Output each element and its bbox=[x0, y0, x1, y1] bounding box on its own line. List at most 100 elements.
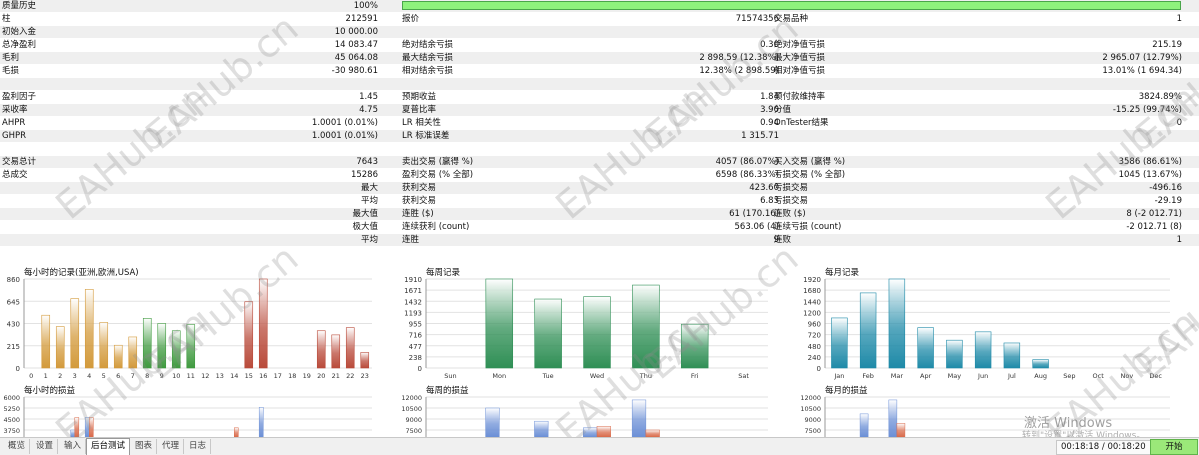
chart-title: 每月记录 bbox=[825, 268, 860, 278]
bar bbox=[186, 324, 196, 369]
stats-row: 交易总计 7643 卖出交易 (赢得 %) 4057 (86.07%) 买入交易 (赢得… bbox=[0, 156, 1199, 168]
tab-inputs[interactable]: 输入 bbox=[60, 439, 87, 454]
stats-row: 最大值 连胜 ($) 61 (170.16) 连败 ($) 8 (-2 012.71) bbox=[0, 208, 1199, 220]
stat-value-3: 3586 (86.61%) bbox=[1118, 157, 1182, 167]
stat-value-2 bbox=[600, 26, 779, 38]
y-tick-label: 477 bbox=[409, 343, 422, 351]
stat-label-3: 预付款维持率 bbox=[774, 92, 826, 102]
stat-value-2: 12.38% (2 898.59) bbox=[699, 66, 779, 76]
stats-row: 极大值 连续获利 (count) 563.06 (4) 连续亏损 (count) -2 … bbox=[0, 221, 1199, 233]
bar bbox=[244, 301, 254, 369]
bar bbox=[583, 296, 611, 369]
stats-row: GHPR 1.0001 (0.01%) LR 标准误差 1 315.71 bbox=[0, 130, 1199, 142]
stat-label-3: 最大净值亏损 bbox=[774, 53, 826, 63]
stat-value-3: 3824.89% bbox=[1138, 92, 1182, 102]
stats-row: 毛利 45 064.08 最大结余亏损 2 898.59 (12.38%) 最大净值亏损… bbox=[0, 52, 1199, 64]
stat-label-2: 相对结余亏损 bbox=[402, 66, 454, 76]
stat-value-3: -496.16 bbox=[1149, 183, 1182, 193]
stat-value-1: 1.0001 (0.01%) bbox=[311, 118, 378, 128]
stat-label-3: 连续亏损 (count) bbox=[774, 222, 842, 232]
bar bbox=[316, 330, 326, 369]
x-tick-label: 0 bbox=[29, 372, 33, 380]
stat-label-2: 盈利交易 (% 全部) bbox=[402, 170, 474, 180]
bar bbox=[345, 327, 355, 369]
pnl-bar bbox=[84, 417, 90, 438]
bar bbox=[859, 292, 877, 369]
y-tick-label: 860 bbox=[7, 276, 20, 284]
stat-value-2: 0.94 bbox=[760, 118, 779, 128]
stat-label-1: AHPR bbox=[2, 118, 26, 128]
x-tick-label: 19 bbox=[303, 372, 311, 380]
stats-row: 柱 212591 报价 71574356 交易品种 1 bbox=[0, 13, 1199, 25]
stat-label-3: 亏损交易 bbox=[774, 183, 809, 193]
y-tick-label: 3750 bbox=[3, 427, 20, 435]
y-tick-label: 7500 bbox=[405, 427, 422, 435]
x-tick-label: 3 bbox=[73, 372, 77, 380]
y-tick-label: 1920 bbox=[803, 276, 821, 284]
stat-value-2: 9 bbox=[773, 235, 779, 245]
stat-label-2: 最大结余亏损 bbox=[402, 53, 454, 63]
stat-label-2: LR 标准误差 bbox=[402, 131, 450, 141]
x-tick-label: Mon bbox=[492, 372, 506, 380]
stat-label-1: 毛利 bbox=[2, 53, 20, 63]
stat-value-3 bbox=[972, 26, 1182, 38]
x-tick-label: Sep bbox=[1063, 372, 1075, 380]
chart-title: 每小时的记录(亚洲,欧洲,USA) bbox=[24, 268, 139, 278]
bar bbox=[632, 284, 660, 369]
stat-value-2 bbox=[600, 143, 779, 155]
stat-value-2: 6.83 bbox=[760, 196, 779, 206]
bar bbox=[113, 344, 123, 369]
stat-value-1: 212591 bbox=[345, 14, 378, 24]
stat-label-1 bbox=[0, 195, 202, 207]
tab-backtest[interactable]: 后台测试 bbox=[86, 438, 131, 455]
stats-row bbox=[0, 78, 1199, 90]
x-tick-label: Jan bbox=[833, 372, 844, 380]
y-tick-label: 0 bbox=[418, 365, 422, 373]
y-tick-label: 7500 bbox=[804, 427, 821, 435]
pnl-bar bbox=[583, 427, 598, 438]
x-tick-label: Jun bbox=[977, 372, 988, 380]
y-tick-label: 12000 bbox=[800, 394, 821, 402]
stat-value-3: 1 bbox=[1176, 235, 1182, 245]
stat-label-3: 交易品种 bbox=[774, 14, 809, 24]
pnl-bar bbox=[631, 399, 647, 438]
stat-value-2: 61 (170.16) bbox=[729, 209, 779, 219]
x-tick-label: Sun bbox=[444, 372, 456, 380]
tab-agents[interactable]: 代理 bbox=[158, 439, 185, 454]
stat-value-1: 平均 bbox=[360, 196, 378, 206]
stat-value-3: -2 012.71 (8) bbox=[1126, 222, 1182, 232]
x-tick-label: Sat bbox=[738, 372, 749, 380]
elapsed-time: 00:18:18 / 00:18:20 bbox=[1056, 440, 1151, 455]
x-tick-label: 22 bbox=[346, 372, 354, 380]
y-tick-label: 1200 bbox=[803, 309, 821, 317]
tab-overview[interactable]: 概览 bbox=[4, 439, 31, 454]
stats-row bbox=[0, 143, 1199, 155]
stat-value-1: 平均 bbox=[360, 235, 378, 245]
y-tick-label: 238 bbox=[409, 354, 422, 362]
bar bbox=[946, 339, 963, 369]
chart-weekly-records: 每周记录 1910 1671 1432 1193 955 716 477 238 0 Sun Mon… bbox=[400, 262, 778, 382]
y-tick-label: 9000 bbox=[804, 416, 821, 424]
stat-label-2: 连续获利 (count) bbox=[402, 222, 470, 232]
y-tick-label: 0 bbox=[817, 365, 821, 373]
stat-label-2: LR 相关性 bbox=[402, 118, 441, 128]
stat-value-1: 100% bbox=[353, 1, 378, 11]
stat-label-2: 报价 bbox=[402, 14, 420, 24]
tab-settings[interactable]: 设置 bbox=[32, 439, 59, 454]
bar bbox=[258, 278, 268, 369]
stat-label-2 bbox=[400, 78, 602, 90]
stat-value-2: 1.84 bbox=[760, 92, 779, 102]
stats-row: AHPR 1.0001 (0.01%) LR 相关性 0.94 OnTester结果 0 bbox=[0, 117, 1199, 129]
x-tick-label: 18 bbox=[288, 372, 296, 380]
tab-graph[interactable]: 图表 bbox=[131, 439, 158, 454]
stats-row: 总成交 15286 盈利交易 (% 全部) 6598 (86.33%) 亏损交易 (% … bbox=[0, 169, 1199, 181]
bar bbox=[1003, 342, 1021, 369]
bar bbox=[485, 278, 514, 369]
y-tick-label: 4500 bbox=[3, 416, 20, 424]
stats-row: 采收率 4.75 夏普比率 3.90 分值 -15.25 (99.74%) bbox=[0, 104, 1199, 116]
start-button[interactable]: 开始 bbox=[1150, 439, 1198, 455]
y-tick-label: 1671 bbox=[404, 287, 422, 295]
stat-value-1: 最大 bbox=[360, 183, 378, 193]
tab-journal[interactable]: 日志 bbox=[185, 439, 212, 454]
bar bbox=[888, 278, 906, 369]
